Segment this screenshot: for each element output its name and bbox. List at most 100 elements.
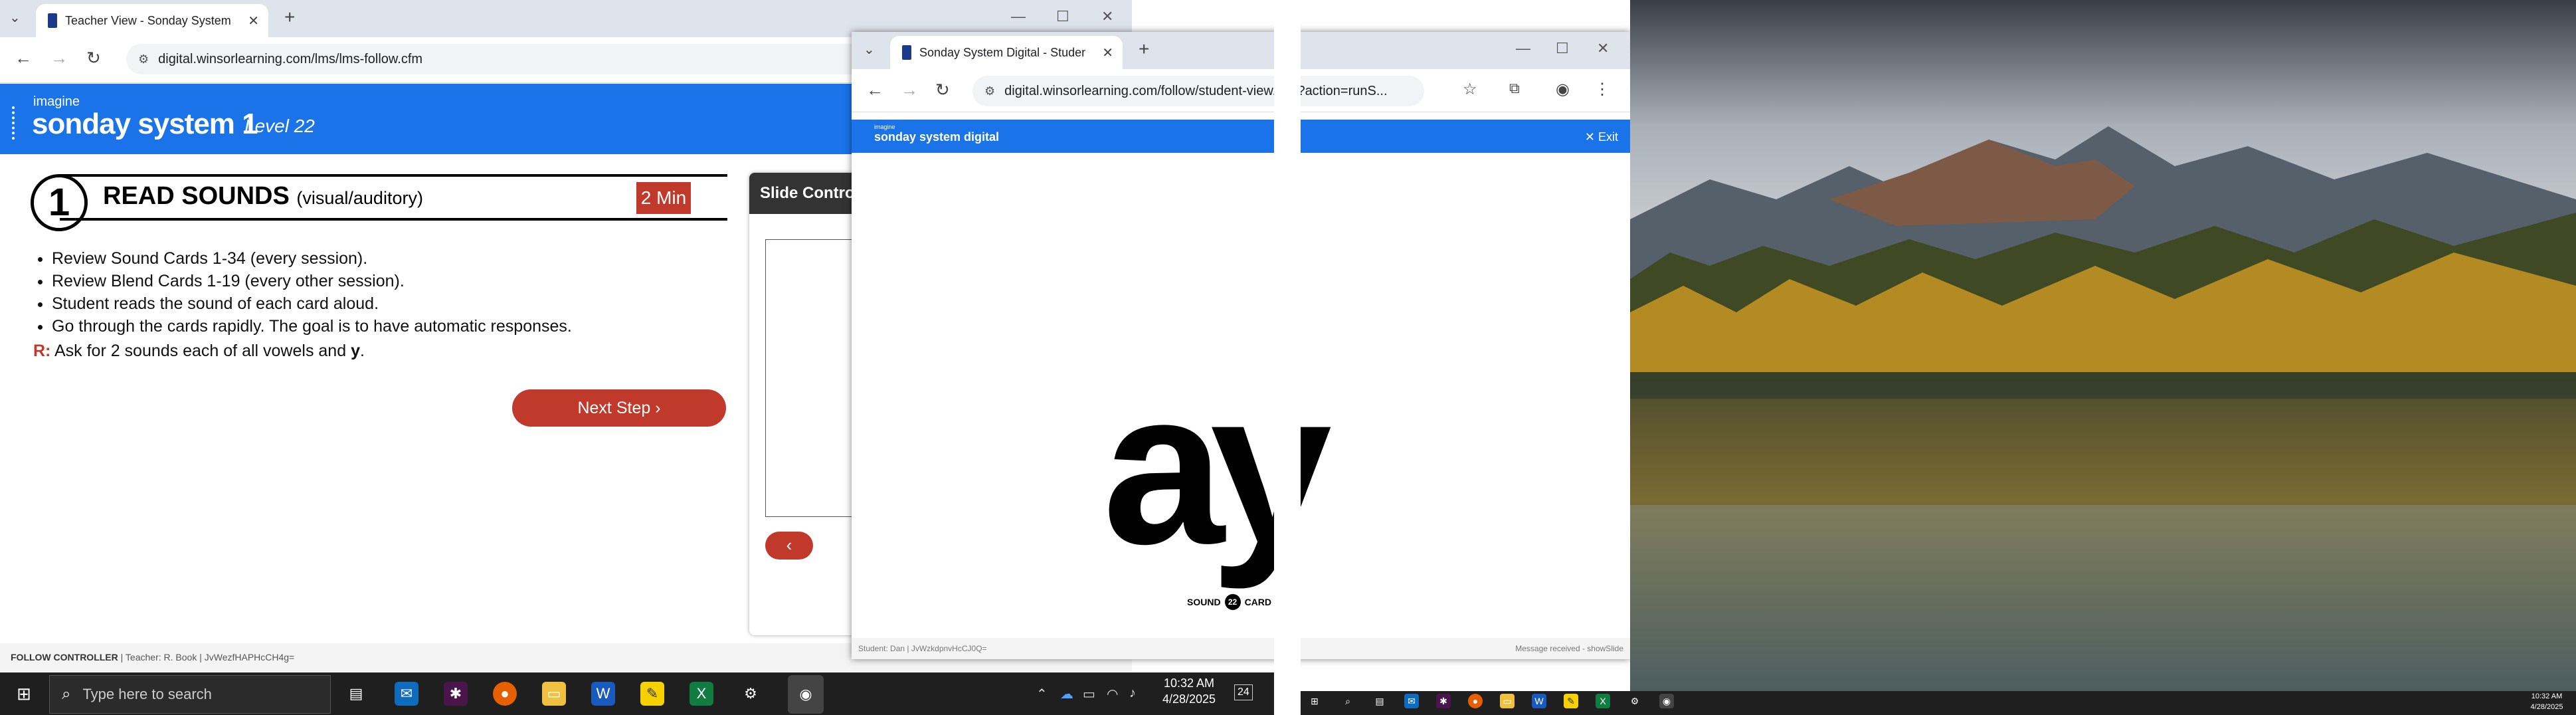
notification-count[interactable]: 24 [1234,684,1253,700]
menu-icon[interactable]: ⋮ [1594,80,1610,99]
extensions-icon[interactable]: ⧉ [1509,80,1520,97]
exit-button[interactable]: ✕ Exit [1585,130,1618,144]
student-footer: Student: Dan | JvWzkdpnvHcCJ0Q= Message … [852,638,1630,659]
sticky-notes-icon[interactable]: ✎ [1564,694,1578,708]
start-windows-icon[interactable]: ⊞ [12,682,36,706]
r-text: Ask for 2 sounds each of all vowels and [54,342,351,360]
maximize-icon[interactable]: ☐ [1556,40,1569,57]
taskbar-clock-secondary[interactable]: 10:32 AM 4/28/2025 [2522,691,2572,712]
tab-title: Teacher View - Sonday System [65,13,231,27]
step-divider-bottom [60,218,727,221]
search-icon: ⌕ [62,685,71,703]
r-end: . [359,342,365,360]
sound-card-number: 22 [1224,594,1241,610]
volume-icon[interactable]: ♪ [1129,686,1136,701]
word-icon[interactable]: W [591,682,615,706]
chrome-icon[interactable]: ◉ [1659,694,1674,708]
network-icon[interactable]: ▭ [1083,686,1095,702]
excel-icon[interactable]: X [690,682,713,706]
profile-icon[interactable]: ◉ [1556,80,1570,99]
new-tab-icon[interactable]: + [284,7,295,28]
clock-time: 10:32 AM [2531,692,2563,700]
screen-gap [1274,0,1301,715]
clock-date: 4/28/2025 [2530,703,2563,711]
brand-imagine: imagine [874,124,895,130]
duration-badge: 2 Min [636,182,691,214]
tab-teacher-view[interactable]: Teacher View - Sonday System ✕ [36,4,268,37]
outlook-icon[interactable]: ✉ [395,682,418,706]
student-browser-window: ⌄ Sonday System Digital - Student ✕ + — … [852,32,1630,659]
forward-icon[interactable]: → [901,80,918,100]
next-step-button[interactable]: Next Step › [512,389,726,427]
slack-icon[interactable]: ✱ [444,682,468,706]
url-text: digital.winsorlearning.com/lms/lms-follo… [158,51,423,66]
outlook-icon[interactable]: ✉ [1404,694,1419,708]
tab-search-icon[interactable]: ⌄ [864,41,875,58]
file-explorer-icon[interactable]: ▭ [1500,694,1515,708]
lake-reflection [1630,505,2576,691]
reload-icon[interactable]: ↻ [86,48,101,68]
r-label: R: [33,342,51,360]
forward-icon[interactable]: → [50,48,68,68]
word-icon[interactable]: W [1532,694,1546,708]
close-tab-icon[interactable]: ✕ [248,13,259,29]
brand-logo: sonday system 1 [32,108,258,140]
list-item: Review Blend Cards 1-19 (every other ses… [52,270,572,292]
footer-detail: | Teacher: R. Book | JvWezfHAPHcCH4g= [118,652,295,663]
sound-card-label: SOUND 22 CARD [1187,594,1271,610]
wifi-icon[interactable]: ◠ [1107,686,1118,702]
r-note: R: Ask for 2 sounds each of all vowels a… [33,342,365,361]
minimize-icon[interactable]: — [1516,40,1530,57]
excel-icon[interactable]: X [1596,694,1610,708]
slack-icon[interactable]: ✱ [1436,694,1451,708]
clock-date: 4/28/2025 [1162,692,1216,706]
brand-swirl-icon [12,106,29,140]
tab-student-view[interactable]: Sonday System Digital - Student ✕ [890,36,1123,69]
onedrive-icon[interactable]: ☁ [1060,686,1073,702]
student-toolbar: ← → ↻ ⚙ digital.winsorlearning.com/follo… [852,69,1630,112]
settings-gear-icon[interactable]: ⚙ [739,682,763,706]
desktop-wallpaper [1630,0,2576,691]
shoreline [1630,372,2576,399]
back-icon[interactable]: ← [866,80,883,100]
r-emphasis: y [351,342,360,360]
tray-overflow-icon[interactable]: ⌃ [1036,686,1048,702]
minimize-icon[interactable]: — [1011,8,1026,25]
close-tab-icon[interactable]: ✕ [1102,45,1113,61]
tab-search-icon[interactable]: ⌄ [9,9,21,26]
previous-slide-button[interactable]: ‹ [765,532,813,560]
address-bar[interactable]: ⚙ digital.winsorlearning.com/lms/lms-fol… [126,44,923,74]
url-text: digital.winsorlearning.com/follow/studen… [1004,83,1388,98]
new-tab-icon[interactable]: + [1139,39,1149,60]
maximize-icon[interactable]: ☐ [1056,8,1069,25]
start-windows-icon[interactable]: ⊞ [1307,694,1322,708]
file-explorer-icon[interactable]: ▭ [542,682,566,706]
step-subtitle: (visual/auditory) [296,188,423,208]
address-bar[interactable]: ⚙ digital.winsorlearning.com/follow/stud… [972,76,1424,106]
firefox-icon[interactable]: ● [1468,694,1483,708]
sound-card-post: CARD [1244,597,1272,607]
taskbar-secondary [1301,691,2576,715]
tab-title: Sonday System Digital - Student [919,45,1085,59]
back-icon[interactable]: ← [15,48,32,68]
search-icon[interactable]: ⌕ [1340,694,1355,708]
close-window-icon[interactable]: ✕ [1101,8,1113,25]
list-item: Student reads the sound of each card alo… [52,292,572,315]
bookmark-star-icon[interactable]: ☆ [1463,80,1477,99]
clock-time: 10:32 AM [1163,676,1215,690]
taskbar-search-input[interactable]: ⌕ Type here to search [49,675,331,714]
chrome-icon[interactable]: ◉ [788,675,824,714]
step-divider-top [60,174,727,177]
site-info-icon[interactable]: ⚙ [984,84,995,98]
step-title-main: READ SOUNDS [103,182,290,210]
taskbar-clock[interactable]: 10:32 AM 4/28/2025 [1149,675,1229,707]
firefox-icon[interactable]: ● [493,682,517,706]
task-view-icon[interactable]: ▤ [344,682,368,706]
settings-gear-icon[interactable]: ⚙ [1627,694,1642,708]
reload-icon[interactable]: ↻ [935,80,950,100]
brand-logo: sonday system digital [874,130,1000,144]
sticky-notes-icon[interactable]: ✎ [640,682,664,706]
site-info-icon[interactable]: ⚙ [138,52,149,66]
close-window-icon[interactable]: ✕ [1597,40,1609,57]
task-view-icon[interactable]: ▤ [1372,694,1387,708]
